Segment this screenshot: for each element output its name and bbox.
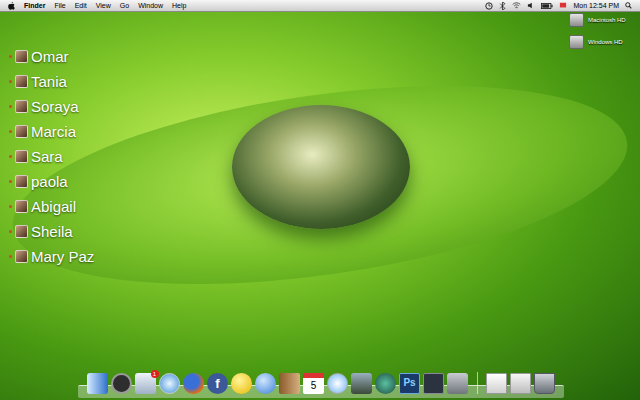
- avatar-icon: [15, 225, 28, 238]
- dock-separator: [477, 372, 478, 394]
- spotlight-icon: [625, 2, 632, 9]
- avatar-icon: [15, 150, 28, 163]
- dock-item[interactable]: 5: [303, 372, 325, 394]
- firefox-icon: [183, 373, 204, 394]
- hard-drive-icon: [569, 35, 584, 49]
- dock-item[interactable]: [87, 372, 109, 394]
- contact-item[interactable]: Tania: [9, 69, 94, 94]
- trash-icon: [534, 373, 555, 394]
- dock-item[interactable]: [183, 372, 205, 394]
- sync-icon: [485, 2, 493, 10]
- dock-item[interactable]: [486, 372, 508, 394]
- spaces-icon: [423, 373, 444, 394]
- menu-item[interactable]: Window: [138, 2, 163, 9]
- desktop-icon[interactable]: Macintosh HD: [569, 13, 634, 27]
- hard-drive-icon: [569, 13, 584, 27]
- menu-item[interactable]: File: [54, 2, 65, 9]
- dock-item[interactable]: [231, 372, 253, 394]
- menu-item[interactable]: Edit: [75, 2, 87, 9]
- facebook-icon: f: [207, 373, 228, 394]
- dock-item[interactable]: [111, 372, 133, 394]
- status-dot: [9, 180, 12, 183]
- status-dot: [9, 230, 12, 233]
- dock-item[interactable]: [279, 372, 301, 394]
- safari-icon: [159, 373, 180, 394]
- dock-item[interactable]: [159, 372, 181, 394]
- ichat-icon: [255, 373, 276, 394]
- iphoto-icon: [351, 373, 372, 394]
- sysprefs-icon: [447, 373, 468, 394]
- addressbook-icon: [279, 373, 300, 394]
- contact-item[interactable]: Abigail: [9, 194, 94, 219]
- finder-icon: [87, 373, 108, 394]
- status-dot: [9, 255, 12, 258]
- avatar-icon: [15, 250, 28, 263]
- photoshop-icon: Ps: [399, 373, 420, 394]
- app-menu[interactable]: Finder: [24, 2, 45, 9]
- contact-item[interactable]: Mary Paz: [9, 244, 94, 269]
- dock-item[interactable]: [351, 372, 373, 394]
- dock: 1 f 5 Ps: [78, 366, 564, 398]
- downloads-icon: [510, 373, 531, 394]
- timemachine-icon: [375, 373, 396, 394]
- wifi-icon: [512, 2, 521, 9]
- menu-bar: Finder File Edit View Go Window Help Mon 12:54 …: [0, 0, 640, 12]
- contact-item[interactable]: paola: [9, 169, 94, 194]
- battery-icon: [541, 3, 553, 9]
- desktop-icon[interactable]: Windows HD: [569, 35, 634, 49]
- dock-item[interactable]: [534, 372, 556, 394]
- contact-item[interactable]: Sara: [9, 144, 94, 169]
- menu-item[interactable]: View: [96, 2, 111, 9]
- dock-item[interactable]: [327, 372, 349, 394]
- dock-item[interactable]: [423, 372, 445, 394]
- menu-item[interactable]: Go: [120, 2, 129, 9]
- avatar-icon: [15, 100, 28, 113]
- status-dot: [9, 155, 12, 158]
- contact-list: OmarTaniaSorayaMarciaSarapaolaAbigailShe…: [9, 44, 94, 269]
- dashboard-icon: [111, 373, 132, 394]
- dock-item[interactable]: [447, 372, 469, 394]
- contact-item[interactable]: Omar: [9, 44, 94, 69]
- avatar-icon: [15, 125, 28, 138]
- documents-icon: [486, 373, 507, 394]
- clock[interactable]: Mon 12:54 PM: [573, 2, 619, 9]
- dock-item[interactable]: Ps: [399, 372, 421, 394]
- dock-item[interactable]: 1: [135, 372, 157, 394]
- dock-item[interactable]: [375, 372, 397, 394]
- ical-icon: 5: [303, 373, 324, 394]
- avatar-icon: [15, 200, 28, 213]
- badge: 1: [151, 370, 159, 378]
- itunes-icon: [327, 373, 348, 394]
- flag-icon: [559, 2, 567, 9]
- status-dot: [9, 55, 12, 58]
- avatar-icon: [15, 175, 28, 188]
- contact-item[interactable]: Marcia: [9, 119, 94, 144]
- status-dot: [9, 205, 12, 208]
- apple-icon: [8, 2, 15, 10]
- status-dot: [9, 130, 12, 133]
- avatar-icon: [15, 50, 28, 63]
- dock-item[interactable]: f: [207, 372, 229, 394]
- water-drop: [232, 105, 410, 229]
- contact-item[interactable]: Sheila: [9, 219, 94, 244]
- volume-icon: [527, 2, 535, 9]
- status-dot: [9, 80, 12, 83]
- avatar-icon: [15, 75, 28, 88]
- contact-item[interactable]: Soraya: [9, 94, 94, 119]
- status-dot: [9, 105, 12, 108]
- dock-item[interactable]: [255, 372, 277, 394]
- yahoo-icon: [231, 373, 252, 394]
- menu-item[interactable]: Help: [172, 2, 186, 9]
- bluetooth-icon: [499, 2, 506, 10]
- dock-item[interactable]: [510, 372, 532, 394]
